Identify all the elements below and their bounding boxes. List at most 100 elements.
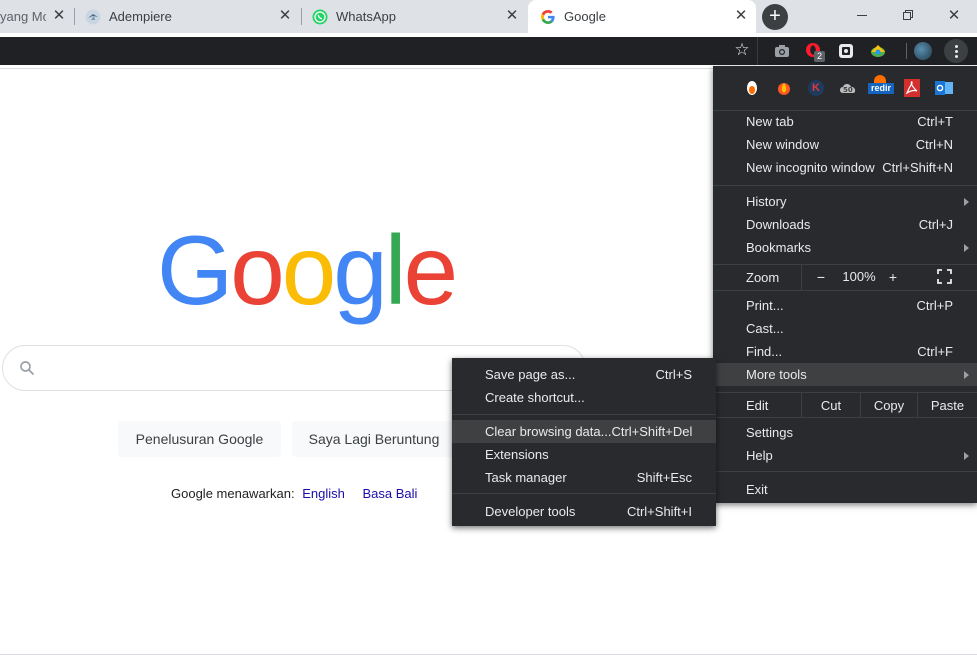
zoom-in-button[interactable]: + (883, 267, 903, 287)
new-tab-button[interactable]: + (762, 4, 788, 30)
menu-item-print[interactable]: Print... Ctrl+P (713, 294, 977, 317)
menu-item-exit[interactable]: Exit (713, 478, 977, 501)
menu-item-find[interactable]: Find... Ctrl+F (713, 340, 977, 363)
submenu-item-extensions[interactable]: Extensions (452, 443, 716, 466)
submenu-arrow-icon (964, 371, 969, 379)
language-offer-text: Google menawarkan: (171, 486, 295, 501)
submenu-item-task-manager[interactable]: Task manager Shift+Esc (452, 466, 716, 489)
menu-separator (713, 417, 977, 418)
screenshot-extension-icon[interactable] (836, 41, 856, 61)
opera-extension-icon[interactable]: 2 (804, 41, 825, 62)
submenu-arrow-icon (964, 198, 969, 206)
submenu-arrow-icon (964, 452, 969, 460)
more-tools-submenu: Save page as... Ctrl+S Create shortcut..… (452, 358, 716, 526)
logo-letter: g (333, 215, 387, 325)
menu-separator (713, 290, 977, 291)
restore-icon (903, 10, 913, 20)
submenu-item-developer-tools[interactable]: Developer tools Ctrl+Shift+I (452, 500, 716, 523)
tab-close-icon[interactable]: ✕ (505, 8, 519, 23)
menu-separator (452, 493, 716, 494)
ext-pdf-icon[interactable] (902, 78, 922, 98)
menu-separator (713, 471, 977, 472)
browser-window: yang Mo ✕ Adempiere ✕ WhatsApp ✕ Google … (0, 0, 977, 655)
menu-item-downloads[interactable]: Downloads Ctrl+J (713, 213, 977, 236)
ext-redirect-icon[interactable]: redir (868, 75, 894, 98)
edit-label: Edit (746, 398, 769, 413)
menu-dot-icon (954, 44, 958, 48)
google-search-button[interactable]: Penelusuran Google (118, 421, 281, 457)
chrome-main-menu: K 50 redir New tab Ctrl+T New window Ctr… (713, 66, 977, 503)
minimize-button[interactable] (839, 0, 885, 30)
tab-yang-mo[interactable]: yang Mo ✕ (0, 0, 74, 33)
feeling-lucky-button[interactable]: Saya Lagi Beruntung (292, 421, 456, 457)
logo-letter: o (230, 215, 284, 325)
language-link-english[interactable]: English (302, 486, 345, 501)
tab-close-icon[interactable]: ✕ (52, 8, 66, 23)
zoom-out-button[interactable]: − (811, 267, 831, 287)
restore-button[interactable] (885, 0, 931, 30)
globe-extension-icon[interactable] (868, 41, 888, 61)
toolbar: ☆ 2 (0, 37, 977, 65)
tab-whatsapp[interactable]: WhatsApp ✕ (302, 0, 527, 33)
ext-flame-icon[interactable] (774, 78, 794, 98)
submenu-arrow-icon (964, 244, 969, 252)
logo-letter: o (281, 215, 336, 325)
submenu-item-save-page[interactable]: Save page as... Ctrl+S (452, 363, 716, 386)
menu-item-new-tab[interactable]: New tab Ctrl+T (713, 110, 977, 133)
minimize-icon (857, 14, 867, 16)
menu-item-more-tools[interactable]: More tools (713, 363, 977, 386)
tab-adempiere[interactable]: Adempiere ✕ (75, 0, 300, 33)
menu-dot-icon (954, 54, 958, 58)
menu-separator (713, 185, 977, 186)
cut-button[interactable]: Cut (802, 393, 860, 417)
logo-letter: G (157, 215, 233, 325)
submenu-item-clear-browsing-data[interactable]: Clear browsing data... Ctrl+Shift+Del (452, 420, 716, 443)
menu-item-new-incognito[interactable]: New incognito window Ctrl+Shift+N (713, 156, 977, 179)
logo-letter: l (384, 215, 407, 325)
menu-item-history[interactable]: History (713, 190, 977, 213)
menu-item-settings[interactable]: Settings (713, 421, 977, 444)
edit-row: Edit Cut Copy Paste (713, 393, 977, 417)
zoom-row: Zoom − 100% + (713, 265, 977, 290)
search-icon (20, 361, 34, 375)
fullscreen-icon[interactable] (937, 269, 952, 284)
tab-close-icon[interactable]: ✕ (734, 8, 748, 23)
adempiere-favicon-icon (85, 9, 101, 25)
bookmark-star-icon[interactable]: ☆ (733, 41, 751, 59)
zoom-divider (801, 265, 802, 290)
menu-item-new-window[interactable]: New window Ctrl+N (713, 133, 977, 156)
google-logo: Google (157, 220, 458, 320)
menu-item-bookmarks[interactable]: Bookmarks (713, 236, 977, 259)
close-icon: ✕ (947, 7, 961, 24)
submenu-item-create-shortcut[interactable]: Create shortcut... (452, 386, 716, 409)
tab-google[interactable]: Google ✕ (528, 0, 756, 33)
chrome-menu-button[interactable] (944, 39, 968, 63)
ext-k-icon[interactable]: K (806, 78, 826, 98)
profile-avatar[interactable] (914, 42, 932, 60)
ext-outlook-icon[interactable] (934, 78, 954, 98)
language-offer: Google menawarkan: English Basa Bali (171, 486, 417, 501)
ext-cloud-icon[interactable]: 50 (838, 78, 858, 98)
camera-extension-icon[interactable] (772, 41, 792, 61)
menu-dot-icon (954, 49, 958, 53)
paste-button[interactable]: Paste (918, 393, 977, 417)
svg-text:50: 50 (843, 86, 853, 94)
close-window-button[interactable]: ✕ (931, 0, 977, 30)
copy-button[interactable]: Copy (861, 393, 917, 417)
ext-bulb-icon[interactable] (742, 78, 762, 98)
menu-item-help[interactable]: Help (713, 444, 977, 467)
whatsapp-favicon-icon (312, 9, 328, 25)
redirect-dome-icon (874, 75, 886, 83)
tab-title: Adempiere (109, 9, 172, 24)
tab-close-icon[interactable]: ✕ (278, 8, 292, 23)
zoom-label: Zoom (746, 270, 780, 285)
logo-letter: e (403, 215, 458, 325)
language-link-basa-bali[interactable]: Basa Bali (362, 486, 417, 501)
page-divider (0, 68, 713, 69)
address-bar[interactable] (0, 37, 758, 65)
menu-separator (452, 414, 716, 415)
tab-strip: yang Mo ✕ Adempiere ✕ WhatsApp ✕ Google … (0, 0, 977, 33)
tab-title: WhatsApp (336, 9, 396, 24)
menu-item-cast[interactable]: Cast... (713, 317, 977, 340)
tab-title: yang Mo (0, 9, 46, 24)
